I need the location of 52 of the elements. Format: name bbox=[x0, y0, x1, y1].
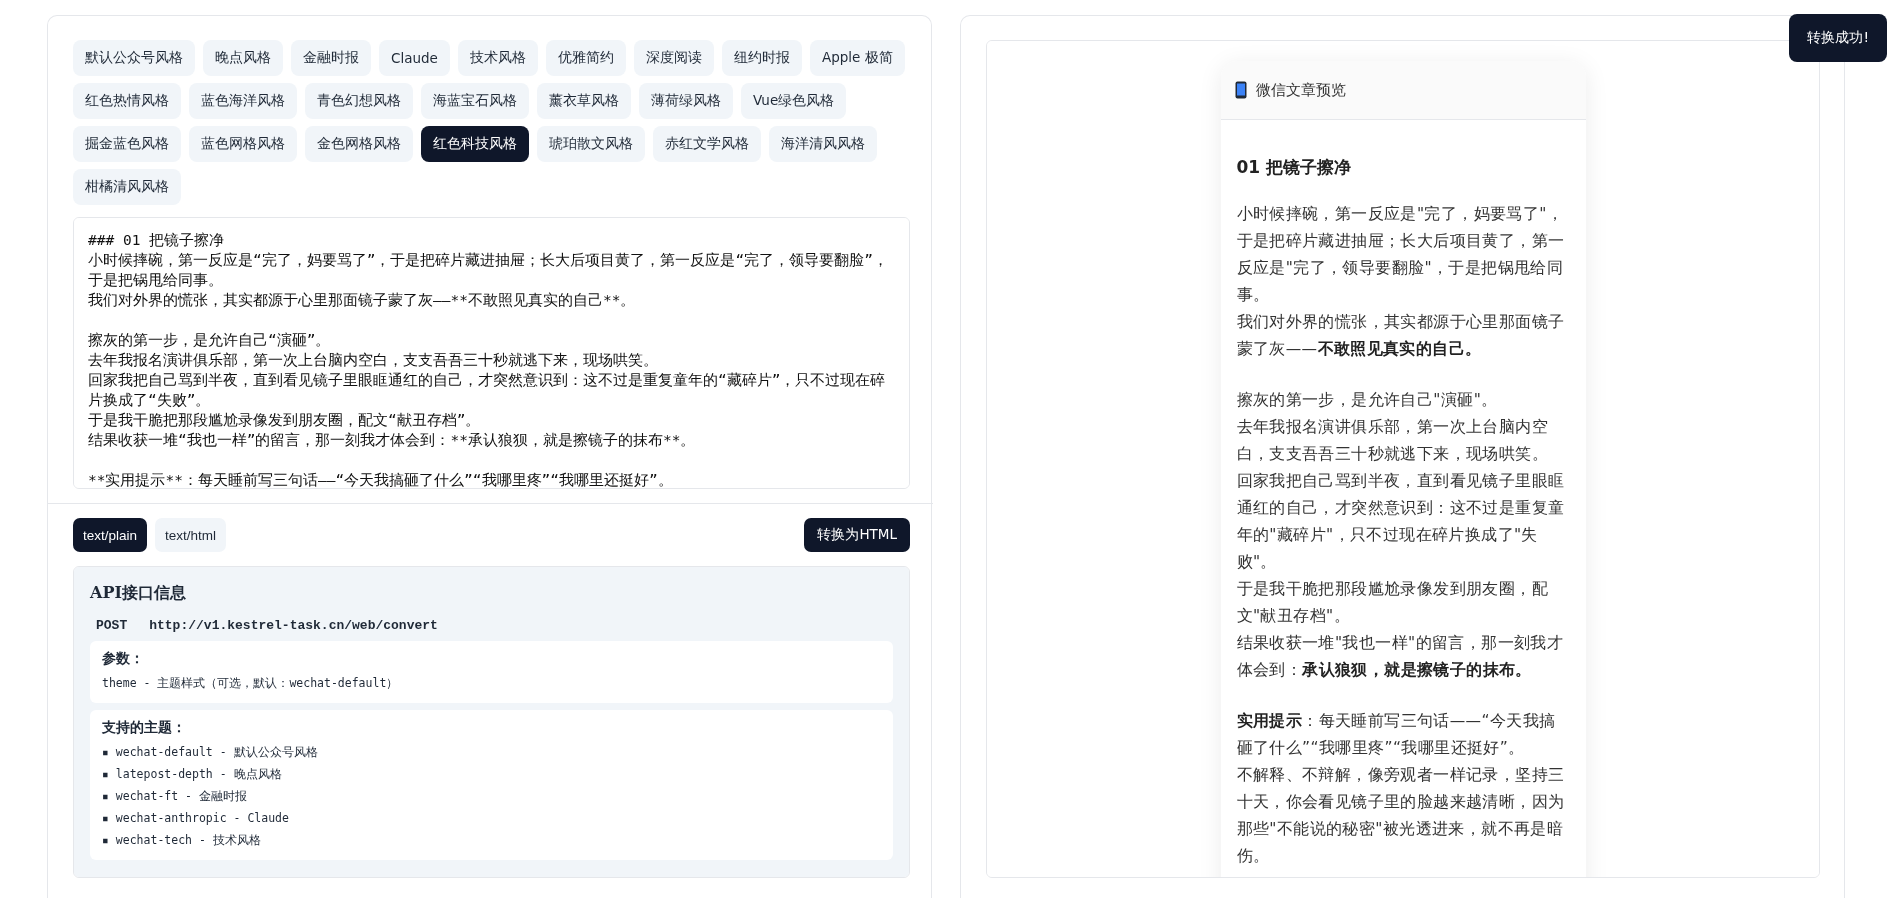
article-text: 实用提示：每天睡前写三句话——“今天我搞砸了什么”“我哪里疼”“我哪里还挺好”。 bbox=[1236, 711, 1557, 759]
phone-icon bbox=[1234, 81, 1247, 99]
theme-button[interactable]: 红色科技风格 bbox=[421, 126, 529, 162]
params-heading: 参数： bbox=[102, 650, 145, 668]
article-text: 小时候摔碗，第一反应是"完了，妈要骂了"，于是把碎片藏进抽屉；长大后项目黄了，第一反应是"完了，领导要翻脸"，于是把锅甩给同事。 bbox=[1236, 204, 1566, 306]
theme-list-item: ▪ latepost-depth - 晚点风格 bbox=[102, 766, 283, 783]
theme-button[interactable]: 琥珀散文风格 bbox=[537, 126, 645, 162]
theme-button[interactable]: 掘金蓝色风格 bbox=[73, 126, 181, 162]
format-tab[interactable]: text/plain bbox=[73, 518, 148, 552]
theme-button[interactable]: 金色网格风格 bbox=[305, 126, 413, 162]
article-text: 回家我把自己骂到半夜，直到看见镜子里眼眶通红的自己，才突然意识到：这不过是重复童年的"藏碎片"，只不过现在碎片换成了"失败"。 bbox=[1236, 471, 1566, 573]
theme-button[interactable]: 金融时报 bbox=[291, 40, 371, 76]
theme-button[interactable]: Claude bbox=[379, 40, 450, 76]
theme-button[interactable]: 赤红文学风格 bbox=[653, 126, 761, 162]
theme-button[interactable]: 默认公众号风格 bbox=[73, 40, 195, 76]
success-toast: 转换成功! bbox=[1789, 14, 1887, 62]
article-text: 不解释、不辩解，像旁观者一样记录，坚持三十天，你会看见镜子里的脸越来越清晰，因为那些"不能说的秘密"被光透进来，就不再是暗伤。 bbox=[1236, 765, 1566, 867]
theme-list-item: ▪ wechat-default - 默认公众号风格 bbox=[102, 744, 319, 761]
theme-button[interactable]: 青色幻想风格 bbox=[305, 83, 413, 119]
theme-button[interactable]: 蓝色海洋风格 bbox=[189, 83, 297, 119]
endpoint-url: http://v1.kestrel-task.cn/web/convert bbox=[149, 618, 438, 633]
theme-button[interactable]: 薰衣草风格 bbox=[537, 83, 631, 119]
article-text: 擦灰的第一步，是允许自己"演砸"。 bbox=[1236, 390, 1499, 411]
format-tab[interactable]: text/html bbox=[155, 518, 227, 552]
api-title: API接口信息 bbox=[90, 583, 187, 604]
theme-button[interactable]: 红色热情风格 bbox=[73, 83, 181, 119]
preview-title: 微信文章预览 bbox=[1255, 80, 1346, 100]
theme-button[interactable]: 柑橘清风风格 bbox=[73, 169, 181, 205]
theme-button[interactable]: 海蓝宝石风格 bbox=[421, 83, 529, 119]
theme-button[interactable]: 晚点风格 bbox=[203, 40, 283, 76]
param-line: theme - 主题样式（可选，默认：wechat-default） bbox=[102, 675, 400, 692]
article-heading: 01 把镜子擦净 bbox=[1236, 156, 1353, 179]
theme-button[interactable]: 纽约时报 bbox=[721, 40, 802, 76]
theme-button[interactable]: 海洋清风风格 bbox=[769, 126, 877, 162]
theme-button[interactable]: Apple 极简 bbox=[809, 40, 905, 76]
theme-button[interactable]: 优雅简约 bbox=[545, 40, 626, 76]
theme-button[interactable]: 深度阅读 bbox=[633, 40, 714, 76]
theme-button[interactable]: 薄荷绿风格 bbox=[639, 83, 733, 119]
article-text: 结果收获一堆"我也一样"的留言，那一刻我才体会到：承认狼狈，就是擦镜子的抹布。 bbox=[1236, 633, 1565, 681]
theme-button[interactable]: 蓝色网格风格 bbox=[189, 126, 297, 162]
article-text: 我们对外界的慌张，其实都源于心里那面镜子蒙了灰——不敢照见真实的自己。 bbox=[1236, 312, 1566, 360]
markdown-input[interactable]: ### 01 把镜子擦净 小时候摔碗，第一反应是“完了，妈要骂了”，于是把碎片藏进抽屉；长大后项目黄了，第一反应是“完了，领导要翻脸”，于是把锅甩给同事。 我们对外界的慌张，其实都源于心里那面镜子蒙了灰——**不敢照见真实的自己**。 擦灰的第一步，是允许自己“演砸”。 去年我报名演讲俱乐部，第一次上台脑内空白，支支吾吾三十秒就逃下来，现场哄笑。 回家我把自己骂到半夜，直到看见镜子里眼眶通红的自己，才突然意识到：这不过是重复童年的“藏碎片”，只不过现在碎片换成了“失败”。 于是我干脆把那段尴尬录像发到朋友圈，配文“献丑存档”。 结果收获一堆“我也一样”的留言，那一刻我才体会到：**承认狼狈，就是擦镜子的抹布**。 **实用提示**：每天睡前写三句话——“今天我搞砸了什么”“我哪里疼”“我哪里还挺好”。 bbox=[73, 217, 910, 489]
theme-list-item: ▪ wechat-ft - 金融时报 bbox=[102, 788, 248, 805]
themes-heading: 支持的主题： bbox=[102, 719, 187, 737]
http-method: POST bbox=[96, 618, 128, 633]
theme-list-item: ▪ wechat-tech - 技术风格 bbox=[102, 832, 262, 849]
article-text: 去年我报名演讲俱乐部，第一次上台脑内空白，支支吾吾三十秒就逃下来，现场哄笑。 bbox=[1236, 417, 1550, 465]
theme-list-item: ▪ wechat-anthropic - Claude bbox=[102, 810, 290, 827]
theme-button[interactable]: 技术风格 bbox=[457, 40, 538, 76]
convert-button[interactable]: 转换为HTML bbox=[804, 518, 910, 552]
article-text: 于是我干脆把那段尴尬录像发到朋友圈，配文"献丑存档"。 bbox=[1236, 579, 1550, 627]
theme-button[interactable]: Vue绿色风格 bbox=[741, 83, 847, 119]
